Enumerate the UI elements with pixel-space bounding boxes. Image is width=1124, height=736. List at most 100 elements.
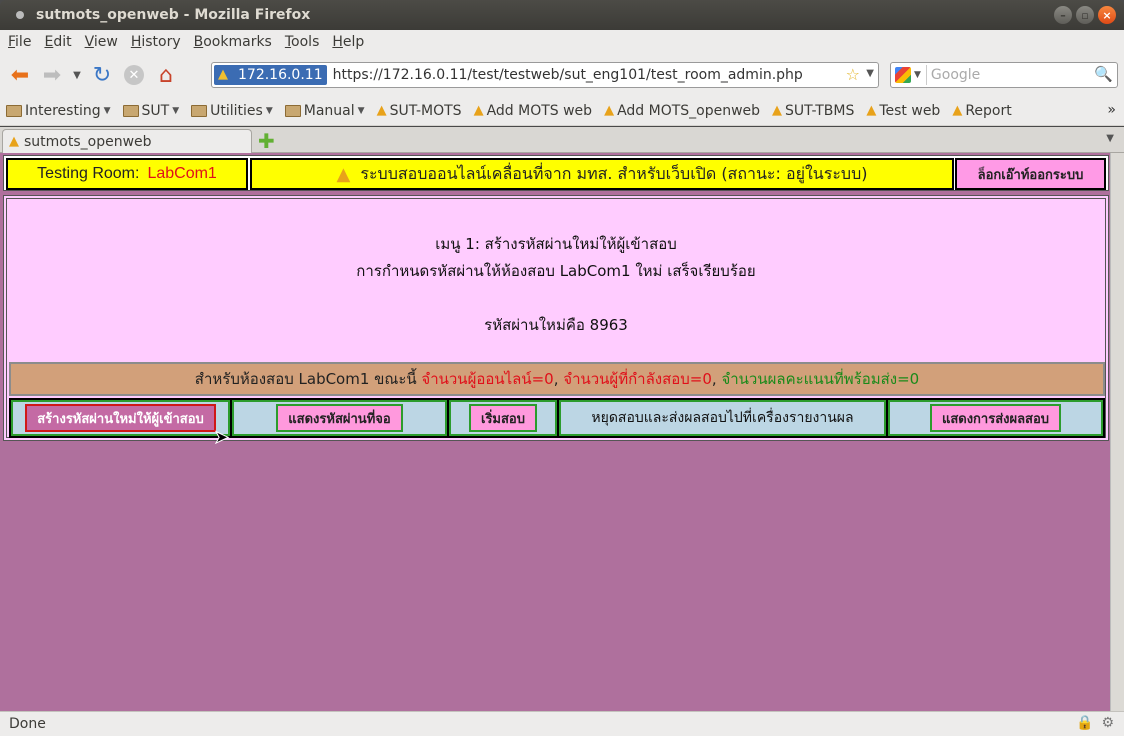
show-password-cell: แสดงรหัสผ่านที่จอ [232, 400, 447, 436]
tab-sutmots-openweb[interactable]: ▲ sutmots_openweb [2, 129, 252, 153]
folder-icon [191, 104, 208, 117]
reload-icon[interactable]: ↻ [88, 61, 116, 89]
lock-icon[interactable]: 🔒 [1076, 715, 1093, 731]
search-bar[interactable]: ▼ Google 🔍 [890, 62, 1118, 88]
window-titlebar: sutmots_openweb - Mozilla Firefox – ▫ × [0, 0, 1124, 30]
bookmark-folder-interesting[interactable]: Interesting ▼ [6, 103, 111, 119]
back-icon[interactable]: ⬅ [6, 61, 34, 89]
menu-help[interactable]: Help [332, 34, 364, 50]
stop-exam-cell: หยุดสอบและส่งผลสอบไปที่เครื่องรายงานผล [559, 400, 886, 436]
folder-icon [284, 104, 301, 117]
bookmark-folder-manual[interactable]: Manual ▼ [284, 103, 365, 119]
search-icon[interactable]: 🔍 [1094, 65, 1113, 83]
menu-view[interactable]: View [85, 34, 118, 50]
menu-tools[interactable]: Tools [285, 34, 320, 50]
room-status-row: สำหรับห้องสอบ LabCom1 ขณะนี้ จำนวนผู้ออน… [9, 362, 1105, 396]
tab-list-icon[interactable]: ▼ [1106, 133, 1114, 144]
system-title-cell: ▲ ระบบสอบออนไลน์เคลื่อนที่จาก มทส. สำหรั… [250, 158, 954, 190]
bookmark-sut-tbms[interactable]: ▲ SUT-TBMS [772, 103, 854, 119]
vertical-scrollbar[interactable] [1110, 153, 1124, 711]
minimize-icon[interactable]: – [1054, 6, 1072, 24]
stop-exam-link[interactable]: หยุดสอบและส่งผลสอบไปที่เครื่องรายงานผล [591, 407, 853, 429]
status-bar: Done 🔒 ⚙ [0, 711, 1124, 736]
mouse-cursor-icon: ➤ [213, 427, 230, 449]
page-content: Testing Room: LabCom1 ▲ ระบบสอบออนไลน์เค… [0, 153, 1110, 711]
status-separator: , [553, 370, 564, 388]
create-password-button[interactable]: สร้างรหัสผ่านใหม่ให้ผู้เข้าสอบ [25, 404, 216, 432]
start-exam-cell: เริ่มสอบ [449, 400, 557, 436]
navigation-toolbar: ⬅ ➡ ▼ ↻ ✕ ⌂ ▲ 172.16.0.11 https://172.16… [0, 54, 1124, 96]
result-message: การกำหนดรหัสผ่านให้ห้องสอบ LabCom1 ใหม่ … [356, 262, 756, 280]
new-tab-icon[interactable]: ✚ [258, 129, 275, 153]
tab-label: sutmots_openweb [24, 133, 152, 150]
menu-file[interactable]: File [8, 34, 31, 50]
menu-bookmarks[interactable]: Bookmarks [194, 34, 272, 50]
favicon-icon: ▲ [376, 103, 387, 118]
action-button-row: สร้างรหัสผ่านใหม่ให้ผู้เข้าสอบ แสดงรหัสผ… [9, 398, 1105, 438]
bookmark-test-web[interactable]: ▲ Test web [866, 103, 940, 119]
main-panel: เมนู 1: สร้างรหัสผ่านใหม่ให้ผู้เข้าสอบ ก… [3, 195, 1109, 441]
url-dropdown-icon[interactable]: ▼ [866, 68, 874, 79]
favicon-icon: ▲ [772, 103, 783, 118]
window-title: sutmots_openweb - Mozilla Firefox [36, 7, 311, 23]
bookmark-sut-mots[interactable]: ▲ SUT-MOTS [377, 103, 462, 119]
url-bar[interactable]: ▲ 172.16.0.11 https://172.16.0.11/test/t… [211, 62, 879, 88]
system-title: ระบบสอบออนไลน์เคลื่อนที่จาก มทส. สำหรับเ… [360, 163, 868, 183]
url-text[interactable]: https://172.16.0.11/test/testweb/sut_eng… [333, 67, 803, 83]
folder-icon [6, 104, 22, 117]
chevron-down-icon: ▼ [103, 105, 111, 116]
chevron-down-icon: ▼ [265, 105, 273, 116]
stop-icon[interactable]: ✕ [120, 61, 148, 89]
favicon-icon: ▲ [604, 103, 615, 118]
menu-history[interactable]: History [131, 34, 181, 50]
chevron-down-icon: ▼ [172, 105, 180, 116]
menu-heading: เมนู 1: สร้างรหัสผ่านใหม่ให้ผู้เข้าสอบ [435, 235, 677, 253]
close-icon[interactable]: × [1098, 6, 1116, 24]
bookmark-folder-utilities[interactable]: Utilities ▼ [191, 103, 273, 119]
forward-icon[interactable]: ➡ [38, 61, 66, 89]
bookmark-add-mots-web[interactable]: ▲ Add MOTS web [474, 103, 593, 119]
status-icons: 🔒 ⚙ [1076, 715, 1114, 731]
new-password-message: รหัสผ่านใหม่คือ 8963 [484, 316, 628, 334]
show-results-button[interactable]: แสดงการส่งผลสอบ [929, 404, 1062, 432]
search-engine-dropdown-icon[interactable]: ▼ [914, 70, 921, 80]
maximize-icon[interactable]: ▫ [1076, 6, 1094, 24]
testing-count: จำนวนผู้ที่กำลังสอบ=0 [563, 370, 712, 388]
testing-room-name: LabCom1 [147, 165, 217, 182]
logout-link[interactable]: ล็อกเอ๊าท์ออกระบบ [955, 158, 1106, 190]
bookmark-star-icon[interactable]: ☆ [846, 65, 860, 84]
bookmark-add-mots-openweb[interactable]: ▲ Add MOTS_openweb [604, 103, 760, 119]
tab-bar: ▲ sutmots_openweb ✚ ▼ [0, 127, 1124, 153]
chevron-down-icon: ▼ [357, 105, 365, 116]
search-divider [925, 65, 927, 85]
bookmarks-overflow-icon[interactable]: » [1107, 102, 1116, 118]
folder-icon [122, 104, 139, 117]
system-logo-icon: ▲ [336, 163, 351, 185]
window-controls: – ▫ × [1054, 6, 1116, 24]
bookmark-folder-sut[interactable]: SUT ▼ [122, 103, 180, 119]
testing-room-cell: Testing Room: LabCom1 [6, 158, 248, 190]
home-icon[interactable]: ⌂ [152, 61, 180, 89]
favicon-icon: ▲ [473, 103, 484, 118]
show-results-cell: แสดงการส่งผลสอบ [888, 400, 1103, 436]
menu-edit[interactable]: Edit [44, 34, 71, 50]
start-exam-button[interactable]: เริ่มสอบ [469, 404, 537, 432]
page-header: Testing Room: LabCom1 ▲ ระบบสอบออนไลน์เค… [3, 155, 1109, 191]
bookmarks-toolbar: Interesting ▼ SUT ▼ Utilities ▼ Manual ▼ ▲ SU… [0, 96, 1124, 126]
window-icon [16, 11, 24, 19]
create-password-cell: สร้างรหัสผ่านใหม่ให้ผู้เข้าสอบ [11, 400, 230, 436]
show-password-button[interactable]: แสดงรหัสผ่านที่จอ [276, 404, 403, 432]
history-dropdown-icon[interactable]: ▼ [70, 61, 84, 89]
google-icon[interactable] [895, 67, 911, 83]
online-count: จำนวนผู้ออนไลน์=0 [421, 370, 554, 388]
site-identity-button[interactable]: ▲ 172.16.0.11 [214, 65, 327, 85]
favicon-icon: ▲ [952, 103, 963, 118]
status-text: Done [9, 716, 46, 732]
tab-favicon-icon: ▲ [9, 134, 19, 149]
bookmark-report[interactable]: ▲ Report [952, 103, 1011, 119]
search-input[interactable]: Google [931, 67, 980, 83]
menu-bar: File Edit View History Bookmarks Tools H… [0, 30, 1124, 54]
addon-icon[interactable]: ⚙ [1101, 715, 1114, 731]
status-prefix: สำหรับห้องสอบ LabCom1 ขณะนี้ [194, 370, 422, 388]
status-separator: , [711, 370, 722, 388]
